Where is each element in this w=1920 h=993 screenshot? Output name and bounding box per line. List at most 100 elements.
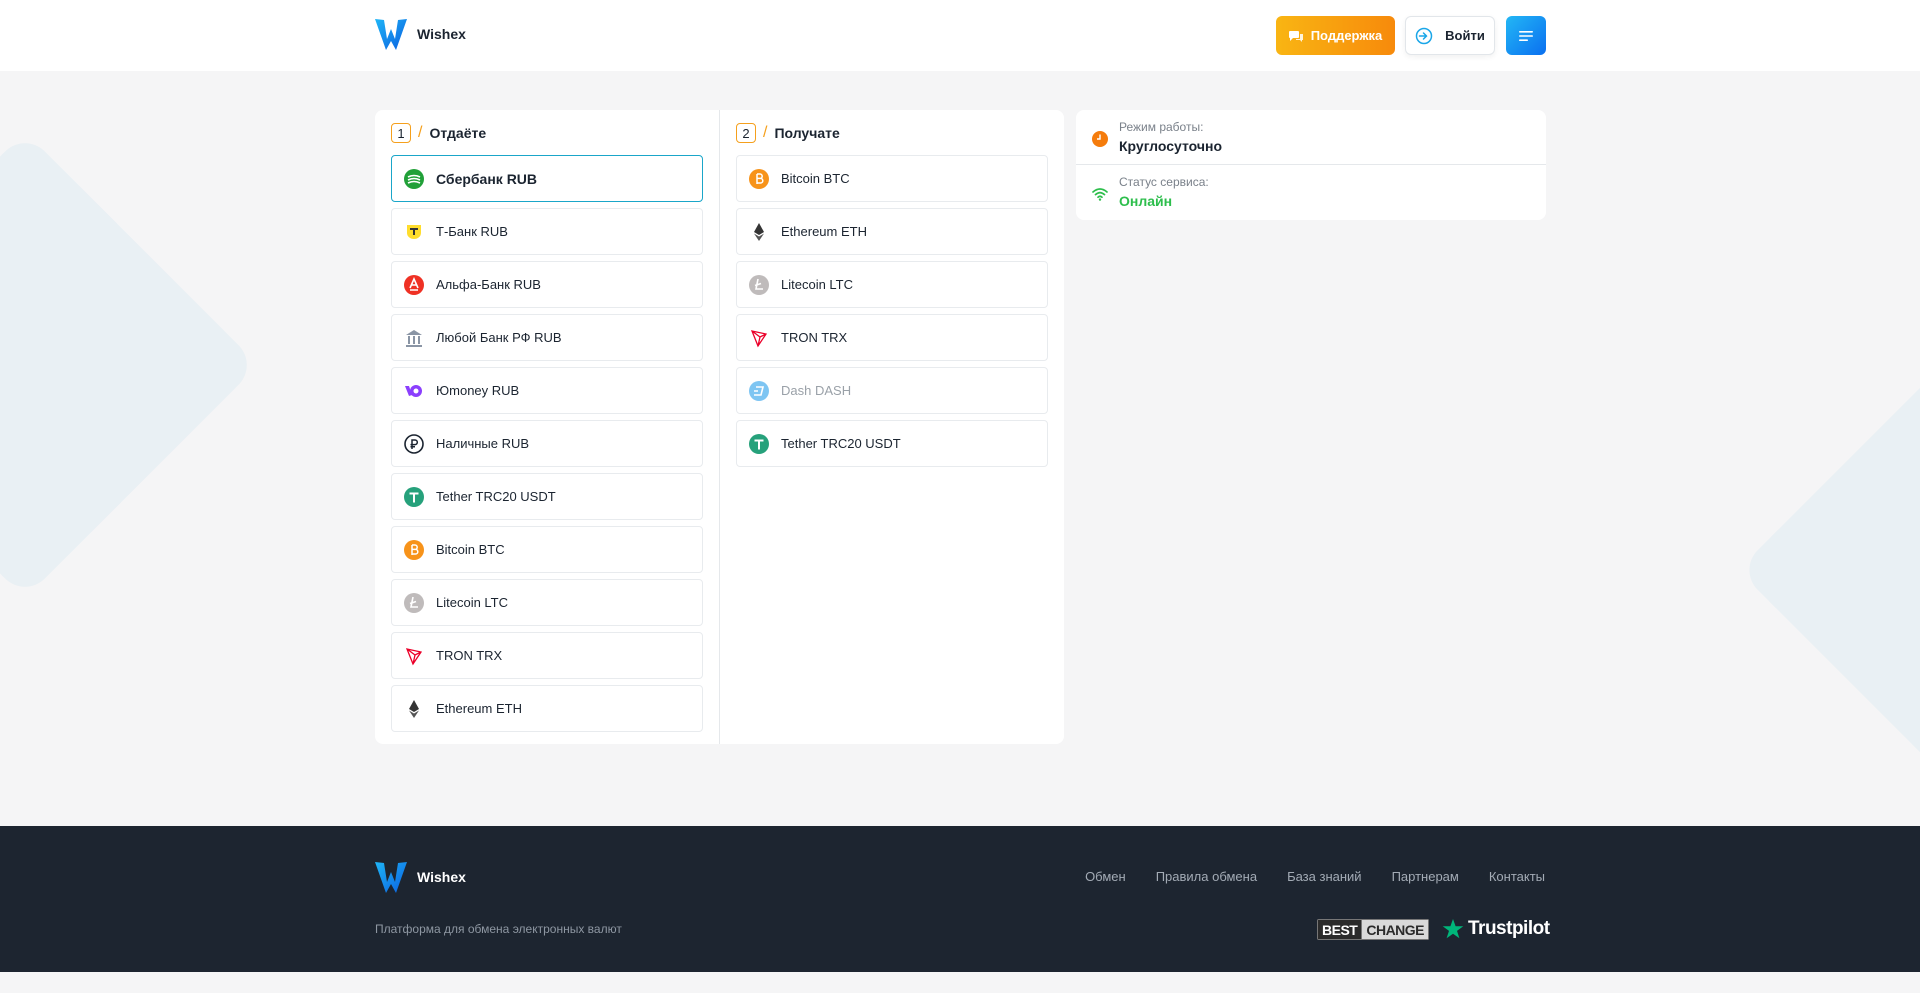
wishex-logo-icon: [375, 862, 407, 893]
login-button[interactable]: Войти: [1405, 16, 1495, 55]
bestchange-part-b: CHANGE: [1361, 919, 1430, 940]
get-title: Получате: [774, 125, 840, 141]
brand-name: Wishex: [417, 869, 466, 885]
ruble-icon: [404, 433, 424, 454]
give-heading: 1 / Отдаёте: [391, 123, 486, 143]
tron-icon: [749, 328, 769, 348]
item-label: Наличные RUB: [436, 436, 530, 451]
item-label: TRON TRX: [781, 330, 848, 345]
bank-building-icon: [404, 328, 424, 348]
service-status-label: Статус сервиса:: [1119, 175, 1209, 189]
item-label: Ethereum ETH: [781, 224, 867, 239]
item-label: TRON TRX: [436, 648, 503, 663]
step-number: 1: [391, 123, 411, 143]
dash-icon: [749, 380, 769, 401]
get-item-tether-usdt[interactable]: Tether TRC20 USDT: [736, 420, 1048, 467]
get-item-tron-trx[interactable]: TRON TRX: [736, 314, 1048, 361]
trustpilot-label: Trustpilot: [1468, 918, 1550, 939]
give-item-tether-usdt[interactable]: Tether TRC20 USDT: [391, 473, 703, 520]
bitcoin-icon: [404, 539, 424, 560]
footer-link-exchange[interactable]: Обмен: [1085, 869, 1126, 884]
get-item-ethereum-eth[interactable]: Ethereum ETH: [736, 208, 1048, 255]
item-label: Юmoney RUB: [436, 383, 520, 398]
item-label: Bitcoin BTC: [436, 542, 505, 557]
heading-slash: /: [418, 124, 423, 141]
ethereum-icon: [749, 222, 769, 242]
service-info-card: Режим работы: Круглосуточно Статус серви…: [1076, 110, 1546, 220]
get-item-litecoin-ltc[interactable]: Litecoin LTC: [736, 261, 1048, 308]
bestchange-badge[interactable]: BEST CHANGE: [1317, 919, 1430, 940]
background-decoration: [1737, 357, 1920, 783]
footer-logo[interactable]: Wishex: [375, 860, 466, 894]
tbank-icon: [404, 222, 424, 242]
heading-slash: /: [763, 124, 768, 141]
give-title: Отдаёте: [429, 125, 487, 141]
give-item-yoomoney-rub[interactable]: Юmoney RUB: [391, 367, 703, 414]
support-label: Поддержка: [1310, 28, 1383, 43]
working-hours-label: Режим работы:: [1119, 120, 1204, 134]
footer-link-knowledge-base[interactable]: База знаний: [1287, 869, 1362, 884]
service-status-value: Онлайн: [1119, 193, 1173, 209]
exchange-panel: 1 / Отдаёте Сбербанк RUB Т-Банк RUB Альф…: [375, 110, 1064, 744]
litecoin-icon: [404, 592, 424, 613]
footer-link-exchange-rules[interactable]: Правила обмена: [1156, 869, 1257, 884]
give-item-alfabank-rub[interactable]: Альфа-Банк RUB: [391, 261, 703, 308]
ethereum-icon: [404, 699, 424, 719]
give-item-bitcoin-btc[interactable]: Bitcoin BTC: [391, 526, 703, 573]
wishex-logo-icon: [375, 19, 407, 50]
tether-icon: [404, 486, 424, 507]
item-label: Tether TRC20 USDT: [781, 436, 901, 451]
working-hours-row: Режим работы: Круглосуточно: [1076, 110, 1546, 165]
yoomoney-icon: [404, 381, 424, 401]
step-number: 2: [736, 123, 756, 143]
give-item-cash-rub[interactable]: Наличные RUB: [391, 420, 703, 467]
item-label: Т-Банк RUB: [436, 224, 508, 239]
menu-button[interactable]: [1506, 16, 1546, 55]
litecoin-icon: [749, 274, 769, 295]
header-logo[interactable]: Wishex: [375, 17, 466, 51]
footer-link-contacts[interactable]: Контакты: [1489, 869, 1545, 884]
sberbank-icon: [404, 168, 424, 189]
item-label: Tether TRC20 USDT: [436, 489, 556, 504]
trustpilot-badge[interactable]: Trustpilot: [1442, 918, 1550, 940]
get-currency-list: Bitcoin BTC Ethereum ETH Litecoin LTC TR…: [736, 155, 1048, 473]
give-item-ethereum-eth[interactable]: Ethereum ETH: [391, 685, 703, 732]
get-heading: 2 / Получате: [736, 123, 840, 143]
give-item-litecoin-ltc[interactable]: Litecoin LTC: [391, 579, 703, 626]
item-label: Litecoin LTC: [436, 595, 509, 610]
give-item-tbank-rub[interactable]: Т-Банк RUB: [391, 208, 703, 255]
column-divider: [719, 110, 720, 744]
get-item-dash-dash[interactable]: Dash DASH: [736, 367, 1048, 414]
get-item-bitcoin-btc[interactable]: Bitcoin BTC: [736, 155, 1048, 202]
site-header: Wishex Поддержка Войти: [0, 0, 1920, 71]
give-currency-list: Сбербанк RUB Т-Банк RUB Альфа-Банк RUB Л…: [391, 155, 703, 738]
tether-icon: [749, 433, 769, 454]
site-footer: Wishex Обмен Правила обмена База знаний …: [0, 826, 1920, 972]
item-label: Альфа-Банк RUB: [436, 277, 541, 292]
give-item-tron-trx[interactable]: TRON TRX: [391, 632, 703, 679]
menu-icon: [1519, 30, 1533, 41]
footer-description: Платформа для обмена электронных валют: [375, 922, 622, 936]
bestchange-part-a: BEST: [1317, 919, 1362, 940]
item-label: Любой Банк РФ RUB: [436, 330, 562, 345]
give-item-sberbank-rub[interactable]: Сбербанк RUB: [391, 155, 703, 202]
item-label: Ethereum ETH: [436, 701, 522, 716]
support-button[interactable]: Поддержка: [1276, 16, 1395, 55]
wifi-icon: [1090, 184, 1110, 204]
chat-bubbles-icon: [1288, 30, 1303, 42]
bitcoin-icon: [749, 168, 769, 189]
tron-icon: [404, 646, 424, 666]
background-decoration: [0, 131, 259, 599]
give-item-any-bank-rub[interactable]: Любой Банк РФ RUB: [391, 314, 703, 361]
footer-link-partners[interactable]: Партнерам: [1392, 869, 1459, 884]
page-bottom-strip: [0, 972, 1920, 993]
footer-nav: Обмен Правила обмена База знаний Партнер…: [1085, 869, 1545, 884]
trustpilot-star-icon: [1442, 919, 1464, 939]
alfabank-icon: [404, 274, 424, 295]
working-hours-value: Круглосуточно: [1119, 138, 1223, 154]
clock-icon: [1090, 129, 1110, 149]
service-status-row: Статус сервиса: Онлайн: [1076, 165, 1546, 220]
item-label: Сбербанк RUB: [436, 170, 538, 187]
brand-name: Wishex: [417, 26, 466, 42]
item-label: Litecoin LTC: [781, 277, 854, 292]
